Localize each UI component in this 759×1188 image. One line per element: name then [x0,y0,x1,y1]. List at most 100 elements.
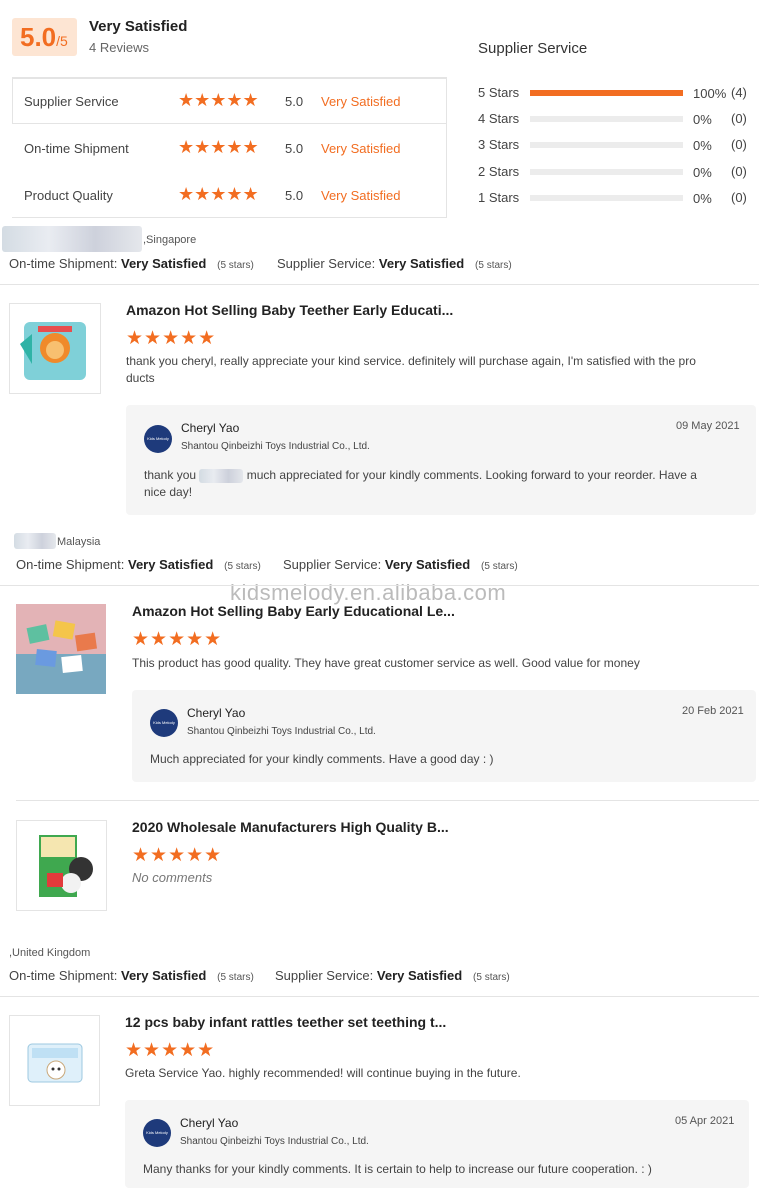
supplier-reply: Kids Melody Cheryl Yao Shantou Qinbeizhi… [126,405,756,515]
product-thumbnail[interactable] [9,303,101,394]
rating-score: 5.0 [285,188,304,203]
rating-score: 5.0 [285,94,304,109]
meta-value: Very Satisfied [376,968,463,983]
distribution-count: (0) [731,190,747,205]
overall-score-badge: 5.0/5 [12,18,77,56]
overall-score: 5.0 [20,22,57,52]
distribution-label: 3 Stars [478,137,520,152]
review-meta-service: Supplier Service: Very Satisfied (5 star… [277,256,512,271]
reply-date: 05 Apr 2021 [675,1115,735,1127]
review-comment: Greta Service Yao. highly recommended! w… [125,1066,521,1080]
distribution-bar-track [530,169,683,175]
overall-score-suffix: /5 [56,33,68,49]
rating-status: Very Satisfied [321,188,401,203]
meta-label: Supplier Service: [283,557,382,572]
meta-value: Very Satisfied [121,256,207,271]
reviewer-location: ,United Kingdom [9,947,91,959]
distribution-percent: 100% [693,86,727,101]
reply-author: Cheryl Yao [181,421,240,435]
distribution-bar-track [530,90,683,96]
reply-text: Many thanks for your kindly comments. It… [143,1162,652,1176]
distribution-percent: 0% [693,165,712,180]
review-meta-service: Supplier Service: Very Satisfied (5 star… [275,968,510,983]
meta-value: Very Satisfied [121,968,207,983]
comment-line: ducts [126,371,155,385]
review-meta-shipment: On-time Shipment: Very Satisfied (5 star… [16,557,261,572]
meta-label: Supplier Service: [275,968,374,983]
distribution-bar-fill [530,90,683,96]
distribution-label: 2 Stars [478,164,520,179]
reply-company[interactable]: Shantou Qinbeizhi Toys Industrial Co., L… [180,1136,369,1147]
distribution-bar-track [530,142,683,148]
blurred-text [199,468,244,483]
reviewer-location: Malaysia [57,536,101,548]
cloth-book-image [39,835,93,897]
supplier-reply: Kids Melody Cheryl Yao Shantou Qinbeizhi… [132,690,756,782]
rating-stars: ★★★★★ [178,184,259,204]
meta-stars-note: (5 stars) [224,561,261,572]
product-title[interactable]: Amazon Hot Selling Baby Early Educationa… [132,603,455,619]
distribution-percent: 0% [693,138,712,153]
product-thumbnail[interactable] [9,1015,100,1106]
distribution-percent: 0% [693,191,712,206]
meta-stars-note: (5 stars) [217,260,254,271]
reply-text: thank you much appreciated for your kind… [144,467,744,501]
reply-date: 20 Feb 2021 [682,705,744,717]
rating-stars: ★★★★★ [178,137,259,157]
product-thumbnail[interactable] [16,604,106,694]
distribution-percent: 0% [693,112,712,127]
divider [0,284,759,285]
review-comment: thank you cheryl, really appreciate your… [126,353,736,387]
rating-stars: ★★★★★ [178,90,259,110]
reply-date: 09 May 2021 [676,420,740,432]
meta-label: On-time Shipment: [9,968,118,983]
reply-text-part: much appreciated for your kindly comment… [246,468,697,482]
reply-text-part: nice day! [144,485,193,499]
reply-author: Cheryl Yao [180,1116,239,1130]
comment-line: thank you cheryl, really appreciate your… [126,354,696,368]
meta-stars-note: (5 stars) [473,972,510,983]
distribution-bar-track [530,116,683,122]
meta-label: On-time Shipment: [16,557,125,572]
rating-score: 5.0 [285,141,304,156]
review-count[interactable]: 4 Reviews [89,40,149,55]
distribution-label: 4 Stars [478,111,520,126]
review-meta-shipment: On-time Shipment: Very Satisfied (5 star… [9,968,254,983]
product-title[interactable]: Amazon Hot Selling Baby Teether Early Ed… [126,302,453,318]
rating-label-product-quality[interactable]: Product Quality [24,188,113,203]
review-comment: This product has good quality. They have… [132,656,640,670]
distribution-count: (4) [731,85,747,100]
blurred-username [14,533,56,549]
review-stars: ★★★★★ [132,845,223,866]
product-title[interactable]: 12 pcs baby infant rattles teether set t… [125,1014,446,1030]
reply-company[interactable]: Shantou Qinbeizhi Toys Industrial Co., L… [181,441,370,452]
review-meta-service: Supplier Service: Very Satisfied (5 star… [283,557,518,572]
rating-label-supplier-service[interactable]: Supplier Service [24,94,119,109]
supplier-avatar: Kids Melody [143,1119,171,1147]
reply-text-part: thank you [144,468,197,482]
distribution-count: (0) [731,164,747,179]
no-comments-text: No comments [132,870,213,885]
rattles-set-image [27,1043,83,1083]
distribution-title: Supplier Service [478,40,588,57]
teether-book-image [20,322,86,380]
educational-books-image [16,604,106,694]
distribution-label: 1 Stars [478,190,520,205]
review-stars: ★★★★★ [126,328,217,349]
product-title[interactable]: 2020 Wholesale Manufacturers High Qualit… [132,819,449,835]
supplier-avatar: Kids Melody [144,425,172,453]
supplier-avatar: Kids Melody [150,709,178,737]
reply-company[interactable]: Shantou Qinbeizhi Toys Industrial Co., L… [187,726,376,737]
meta-stars-note: (5 stars) [475,260,512,271]
reviewer-location: ,Singapore [143,234,197,246]
distribution-bar-track [530,195,683,201]
distribution-count: (0) [731,111,747,126]
reply-author: Cheryl Yao [187,706,246,720]
product-thumbnail[interactable] [16,820,107,911]
meta-value: Very Satisfied [384,557,471,572]
blurred-username [2,226,142,252]
review-stars: ★★★★★ [125,1040,216,1061]
meta-label: Supplier Service: [277,256,376,271]
rating-label-on-time-shipment[interactable]: On-time Shipment [24,141,129,156]
meta-stars-note: (5 stars) [481,561,518,572]
